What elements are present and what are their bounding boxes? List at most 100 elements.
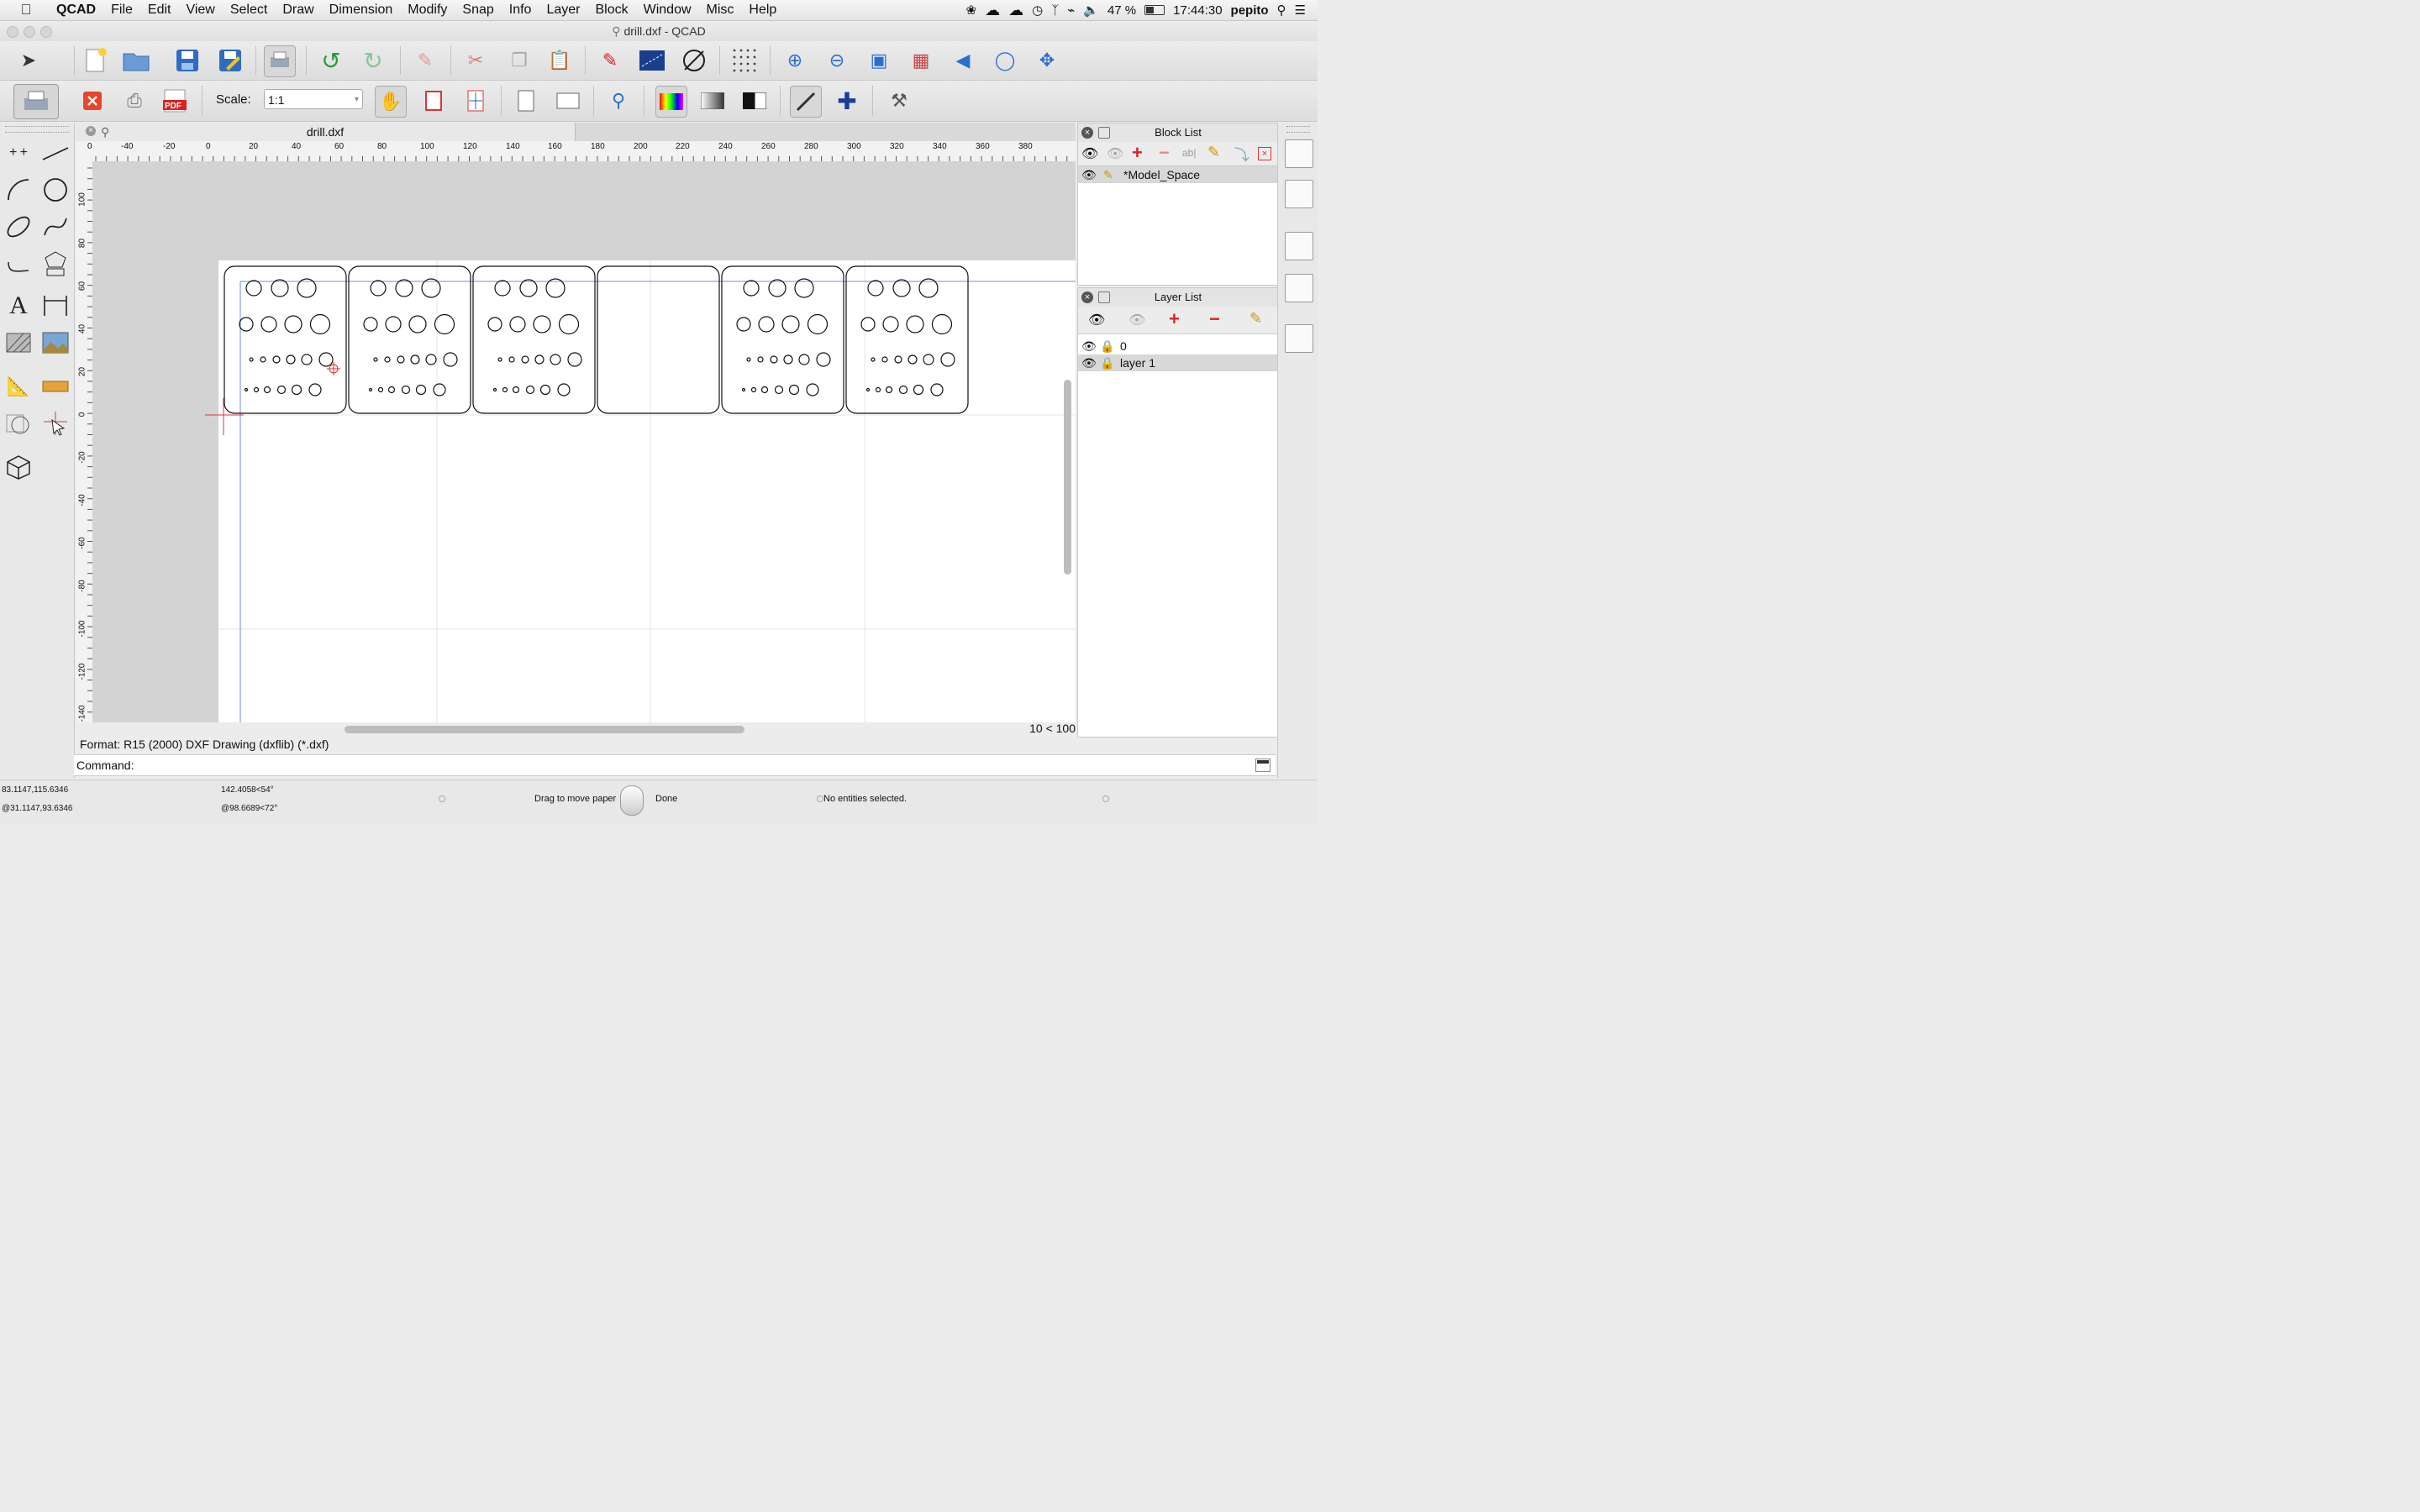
delete-block-icon[interactable]: × <box>1258 147 1271 160</box>
landscape-icon[interactable] <box>553 86 583 116</box>
select-pointer-icon[interactable]: ➤ <box>13 45 44 76</box>
open-folder-button[interactable] <box>121 45 151 76</box>
library-browser-icon[interactable] <box>1285 274 1313 302</box>
pen-red-icon[interactable]: ✎ <box>595 45 625 76</box>
menu-edit[interactable]: Edit <box>140 0 179 20</box>
user-name[interactable]: pepito <box>1231 3 1269 18</box>
modify-tool-icon[interactable] <box>39 407 72 440</box>
lock-icon[interactable]: 🔒 <box>1100 338 1114 354</box>
eraser-icon[interactable]: ✎ <box>410 45 440 76</box>
spline-tool-icon[interactable] <box>39 210 72 244</box>
zoom-selection-icon[interactable]: ▦ <box>906 45 936 76</box>
insert-block-icon[interactable]: ⤵ <box>1234 144 1249 165</box>
arc-tool-icon[interactable] <box>2 173 35 207</box>
close-panel-icon[interactable]: × <box>1081 291 1093 303</box>
center-paper-icon[interactable] <box>460 86 491 116</box>
command-line[interactable]: Command: <box>74 754 1276 776</box>
close-tab-icon[interactable]: × <box>86 126 96 136</box>
menu-draw[interactable]: Draw <box>275 0 321 20</box>
horizontal-scrollbar-thumb[interactable] <box>345 726 744 733</box>
crosshair-icon[interactable]: ✚ <box>832 86 862 116</box>
paper-red-outline-icon[interactable] <box>418 86 449 116</box>
spotlight-icon[interactable]: ⚲ <box>1277 3 1286 18</box>
measure-tool-icon[interactable] <box>39 370 72 403</box>
hatch-tool-icon[interactable] <box>2 326 35 360</box>
menu-help[interactable]: Help <box>741 0 784 20</box>
new-document-button[interactable] <box>81 45 111 76</box>
point-tool-icon[interactable]: + + <box>2 136 35 170</box>
volume-icon[interactable]: 🔈 <box>1083 3 1099 18</box>
horizontal-scrollbar[interactable]: 10 < 100 <box>76 722 1076 736</box>
zoom-out-icon[interactable]: ⊖ <box>822 45 852 76</box>
block-row[interactable]: 👁 ✎ *Model_Space <box>1078 166 1278 183</box>
property-editor-icon[interactable] <box>1285 139 1313 168</box>
menu-info[interactable]: Info <box>502 0 539 20</box>
text-tool-icon[interactable]: A <box>2 289 35 323</box>
polyline-tool-icon[interactable] <box>2 247 35 281</box>
hide-all-layers-icon[interactable]: 👁 <box>1128 312 1145 328</box>
auto-zoom-paper-icon[interactable]: ⚲ <box>603 86 634 116</box>
command-line-toggle-icon[interactable] <box>1285 324 1313 353</box>
menu-dimension[interactable]: Dimension <box>322 0 401 20</box>
pan-icon[interactable]: ✥ <box>1032 45 1062 76</box>
show-all-layers-icon[interactable]: 👁 <box>1088 312 1105 328</box>
layer-list-toggle-icon[interactable] <box>1285 232 1313 260</box>
remove-block-icon[interactable]: − <box>1159 142 1170 164</box>
add-layer-icon[interactable]: + <box>1169 308 1180 330</box>
chevron-down-icon[interactable]: ▾ <box>355 90 359 110</box>
print-preview-mode-button[interactable] <box>13 84 59 119</box>
print-preview-button[interactable] <box>264 45 296 77</box>
remove-layer-icon[interactable]: − <box>1209 308 1220 330</box>
menu-app-name[interactable]: QCAD <box>49 0 103 20</box>
black-white-icon[interactable] <box>739 86 770 116</box>
apple-icon[interactable]:  <box>17 2 35 18</box>
grid-icon[interactable] <box>729 45 760 76</box>
paste-icon[interactable]: 📋 <box>544 45 575 76</box>
bluetooth-icon[interactable]: ᛉ <box>1051 3 1059 18</box>
hide-all-blocks-icon[interactable]: 👁 <box>1107 145 1123 162</box>
line-tool-icon[interactable] <box>39 136 72 170</box>
print-icon[interactable]: ⎙ <box>119 86 150 116</box>
cut-icon[interactable]: ✂ <box>460 45 491 76</box>
line-weight-icon[interactable] <box>790 86 822 118</box>
tools-icon[interactable]: ⚒ <box>884 86 914 116</box>
hand-pan-icon[interactable]: ✋ <box>375 86 407 118</box>
add-block-icon[interactable]: + <box>1132 142 1143 164</box>
undo-icon[interactable]: ↺ <box>316 45 346 76</box>
portrait-icon[interactable] <box>511 86 541 116</box>
edit-layer-icon[interactable]: ✎ <box>1249 310 1262 328</box>
save-as-button[interactable] <box>215 45 245 76</box>
wifi-icon[interactable]: ⌁ <box>1067 3 1075 18</box>
block-list-toggle-icon[interactable] <box>1285 180 1313 208</box>
dock-grip[interactable] <box>1286 126 1310 133</box>
circle-tool-icon[interactable] <box>39 173 72 207</box>
cloud-dark-icon[interactable]: ☁ <box>1008 2 1023 19</box>
menu-file[interactable]: File <box>103 0 140 20</box>
layer-row[interactable]: 👁 🔒 layer 1 <box>1078 354 1278 371</box>
save-button[interactable] <box>172 45 203 76</box>
shape-tool-icon[interactable] <box>39 247 72 281</box>
minimize-window-button[interactable] <box>24 26 35 38</box>
battery-percent[interactable]: 47 % <box>1107 3 1136 18</box>
palette-grip[interactable] <box>5 126 69 133</box>
menu-snap[interactable]: Snap <box>455 0 501 20</box>
copy-icon[interactable]: ❐ <box>504 45 534 76</box>
grayscale-icon[interactable] <box>697 86 728 116</box>
drafting-tool-icon[interactable]: 📐 <box>2 370 35 403</box>
export-pdf-icon[interactable]: PDF <box>160 86 190 116</box>
menu-misc[interactable]: Misc <box>699 0 742 20</box>
layer-row[interactable]: 👁 🔒 0 <box>1078 338 1278 354</box>
ellipse-tool-icon[interactable] <box>2 210 35 244</box>
drawing-canvas[interactable] <box>92 161 1076 722</box>
zoom-auto-icon[interactable]: ▣ <box>864 45 894 76</box>
document-proxy-icon[interactable]: ⚲ <box>612 24 620 38</box>
edit-block-icon[interactable]: ✎ <box>1207 144 1220 161</box>
document-tab[interactable]: × ⚲ drill.dxf <box>76 123 576 141</box>
rename-block-icon[interactable]: ab| <box>1182 147 1196 159</box>
lock-icon[interactable]: 🔒 <box>1100 354 1114 371</box>
redo-icon[interactable]: ↻ <box>358 45 388 76</box>
close-window-button[interactable] <box>7 26 18 38</box>
command-expand-icon[interactable] <box>1255 759 1270 772</box>
drawing-svg[interactable] <box>92 161 1076 722</box>
zoom-window-button[interactable] <box>40 26 52 38</box>
